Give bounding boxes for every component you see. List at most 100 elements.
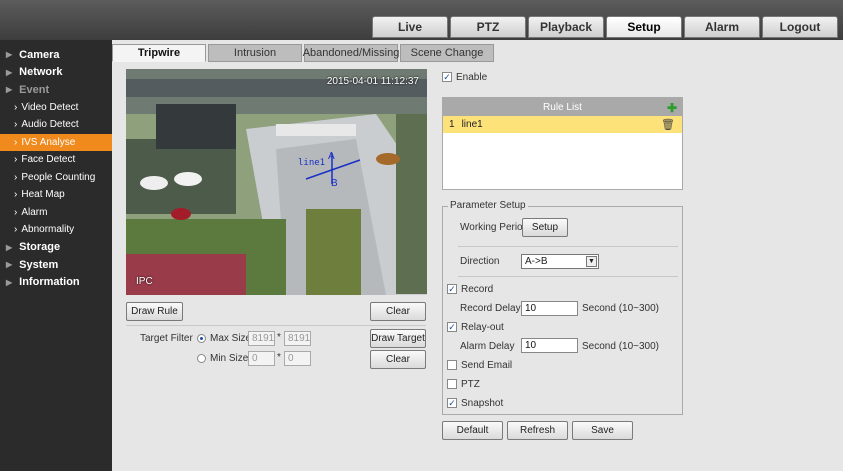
divider — [458, 276, 678, 277]
tripwire-rule-label: line1 — [298, 158, 326, 168]
min-height-field[interactable]: 0 — [284, 351, 311, 366]
chevron-right-icon: › — [14, 154, 18, 166]
tab-abandoned-missing[interactable]: Abandoned/Missing — [303, 44, 399, 62]
sidebar-item-information[interactable]: ▶ Information — [0, 274, 112, 292]
add-rule-icon[interactable]: ✚ — [667, 101, 677, 115]
sidebar-item-label: Audio Detect — [21, 119, 79, 131]
sidebar-item-abnormality[interactable]: › Abnormality — [0, 221, 112, 239]
sidebar-item-label: Heat Map — [21, 189, 65, 201]
ptz-label: PTZ — [461, 379, 480, 390]
clear-target-button[interactable]: Clear — [370, 350, 426, 369]
tripwire-point-a: A — [328, 151, 335, 162]
divider — [126, 325, 426, 326]
triangle-right-icon: ▶ — [6, 242, 13, 252]
sidebar-item-audio-detect[interactable]: › Audio Detect — [0, 116, 112, 134]
rule-row[interactable]: 1 line1 🗑 — [443, 116, 682, 133]
tab-intrusion[interactable]: Intrusion — [208, 44, 302, 62]
record-delay-unit: Second (10~300) — [582, 303, 660, 314]
topnav-alarm[interactable]: Alarm — [684, 16, 760, 38]
direction-value: A->B — [525, 256, 548, 267]
min-width-field[interactable]: 0 — [248, 351, 275, 366]
working-period-label: Working Period — [460, 222, 529, 233]
sidebar-item-label: Camera — [19, 48, 60, 61]
tab-tripwire[interactable]: Tripwire — [112, 44, 206, 62]
send-email-checkbox[interactable] — [447, 360, 457, 370]
target-filter-label: Target Filter — [140, 333, 193, 344]
default-button[interactable]: Default — [442, 421, 503, 440]
sidebar-item-video-detect[interactable]: › Video Detect — [0, 99, 112, 117]
record-label: Record — [461, 284, 494, 295]
sidebar-item-label: Abnormality — [21, 224, 75, 236]
camera-scene — [126, 69, 427, 295]
sidebar-item-label: Network — [19, 66, 63, 79]
triangle-right-icon: ▶ — [6, 50, 13, 60]
send-email-label: Send Email — [461, 360, 513, 371]
min-size-radio[interactable] — [197, 354, 206, 363]
sidebar: ▶ Camera ▶ Network ▶ Event › Video Detect › Audio… — [0, 40, 112, 471]
topnav-playback[interactable]: Playback — [528, 16, 604, 38]
sidebar-item-people-counting[interactable]: › People Counting — [0, 169, 112, 187]
max-size-label: Max Size — [210, 333, 252, 344]
record-delay-input[interactable]: 10 — [521, 301, 578, 316]
chevron-right-icon: › — [14, 101, 18, 113]
sidebar-item-label: Face Detect — [21, 154, 76, 166]
sidebar-item-alarm[interactable]: › Alarm — [0, 204, 112, 222]
direction-select[interactable]: A->B ▼ — [521, 254, 599, 269]
chevron-right-icon: › — [14, 171, 18, 183]
sidebar-item-face-detect[interactable]: › Face Detect — [0, 151, 112, 169]
ptz-checkbox[interactable] — [447, 379, 457, 389]
chevron-right-icon: › — [14, 224, 18, 236]
sidebar-item-event[interactable]: ▶ Event — [0, 81, 112, 99]
max-width-field[interactable]: 8191 — [248, 331, 275, 346]
chevron-down-icon[interactable]: ▼ — [586, 256, 597, 267]
osd-channel-name: IPC — [136, 276, 153, 287]
sidebar-item-label: Storage — [19, 241, 61, 254]
divider — [458, 246, 678, 247]
main-panel: Tripwire Intrusion Abandoned/Missing Scene … — [112, 40, 843, 471]
video-preview[interactable]: 2015-04-01 11:12:37 line1 A B IPC — [126, 69, 427, 295]
chevron-right-icon: › — [14, 189, 18, 201]
record-checkbox[interactable]: ✓ — [447, 284, 457, 294]
topnav-setup[interactable]: Setup — [606, 16, 682, 38]
working-period-setup-button[interactable]: Setup — [522, 218, 568, 237]
refresh-button[interactable]: Refresh — [507, 421, 568, 440]
max-size-radio[interactable] — [197, 334, 206, 343]
chevron-right-icon: › — [14, 206, 18, 218]
draw-rule-button[interactable]: Draw Rule — [126, 302, 183, 321]
snapshot-checkbox[interactable]: ✓ — [447, 398, 457, 408]
ivs-tabs: Tripwire Intrusion Abandoned/Missing Scene … — [112, 44, 494, 62]
sidebar-item-label: Alarm — [21, 206, 48, 218]
sidebar-item-label: Video Detect — [21, 101, 79, 113]
clear-rule-button[interactable]: Clear — [370, 302, 426, 321]
chevron-right-icon: › — [14, 136, 18, 148]
sidebar-item-ivs-analyse[interactable]: › IVS Analyse — [0, 133, 112, 151]
max-height-field[interactable]: 8191 — [284, 331, 311, 346]
sidebar-item-system[interactable]: ▶ System — [0, 256, 112, 274]
topnav-live[interactable]: Live — [372, 16, 448, 38]
alarm-delay-unit: Second (10~300) — [582, 341, 660, 352]
sidebar-item-camera[interactable]: ▶ Camera — [0, 46, 112, 64]
save-button[interactable]: Save — [572, 421, 633, 440]
triangle-right-icon: ▶ — [6, 67, 13, 77]
draw-target-button[interactable]: Draw Target — [370, 329, 426, 348]
delete-rule-icon[interactable]: 🗑 — [661, 118, 675, 131]
enable-checkbox[interactable]: ✓ — [442, 72, 452, 82]
chevron-right-icon: › — [14, 119, 18, 131]
times-sign: * — [277, 352, 281, 363]
tab-scene-change[interactable]: Scene Change — [400, 44, 494, 62]
triangle-right-icon: ▶ — [6, 85, 13, 95]
sidebar-item-storage[interactable]: ▶ Storage — [0, 239, 112, 257]
topnav-ptz[interactable]: PTZ — [450, 16, 526, 38]
top-bar: Live PTZ Playback Setup Alarm Logout — [0, 0, 843, 40]
sidebar-item-label: System — [19, 258, 59, 271]
alarm-delay-label: Alarm Delay — [460, 341, 515, 352]
triangle-right-icon: ▶ — [6, 277, 13, 287]
sidebar-item-heat-map[interactable]: › Heat Map — [0, 186, 112, 204]
topnav-logout[interactable]: Logout — [762, 16, 838, 38]
sidebar-item-network[interactable]: ▶ Network — [0, 64, 112, 82]
relay-out-checkbox[interactable]: ✓ — [447, 322, 457, 332]
alarm-delay-input[interactable]: 10 — [521, 338, 578, 353]
times-sign: * — [277, 332, 281, 343]
sidebar-item-label: People Counting — [21, 171, 96, 183]
min-size-label: Min Size — [210, 353, 249, 364]
